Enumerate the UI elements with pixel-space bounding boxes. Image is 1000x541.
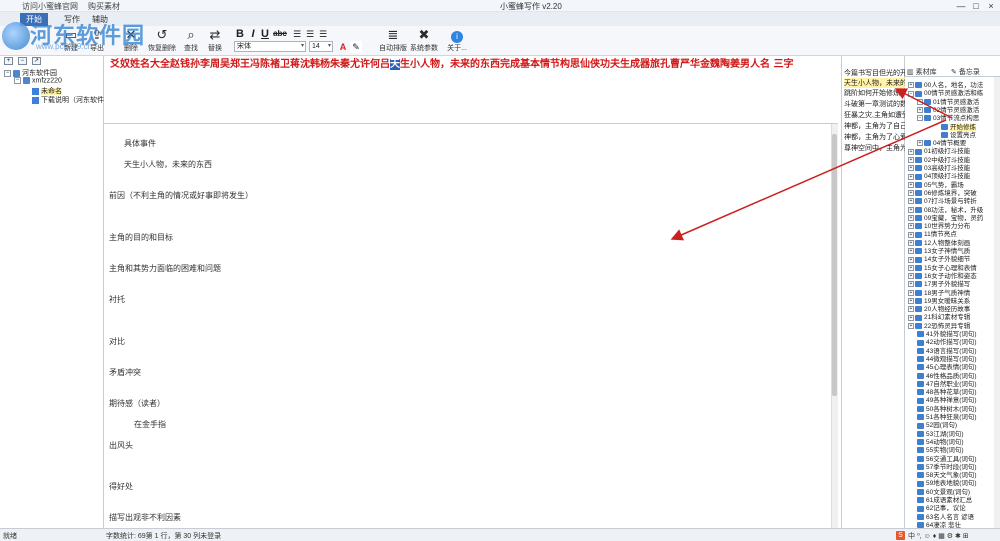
align-center-icon[interactable]: ☰ <box>304 28 316 40</box>
chevron-down-icon: ▾ <box>327 43 331 49</box>
folder-icon <box>23 77 30 84</box>
list-item[interactable]: 神都，主角为了心爱的 <box>844 132 906 142</box>
ime-toolbar-icon[interactable]: 中 ⁰, ☺ ♦ ▦ ⚙ ✱ ⊞ <box>908 531 969 541</box>
editor-line: 出风头 <box>109 441 133 450</box>
close-button[interactable]: × <box>984 1 998 11</box>
watermark-url: www.pc0359.cn <box>36 42 93 51</box>
list-item-selected[interactable]: 天生小人物，未来的东西 <box>844 78 906 88</box>
list-item[interactable]: 狂暴之灾,主角如遭受 <box>844 110 906 120</box>
editor-line: 衬托 <box>109 295 125 304</box>
list-item[interactable]: 尊神空间中，主角为了 <box>844 143 906 153</box>
align-right-icon[interactable]: ☰ <box>317 28 329 40</box>
folder-icon <box>924 115 931 122</box>
project-icon <box>13 69 20 77</box>
font-color-icon[interactable]: A <box>337 41 349 53</box>
editor-line: 具体事件 <box>124 139 156 148</box>
tree-toolbar: + − ↗ <box>0 56 104 66</box>
status-word-count: 字数统计: 69第 1 行，第 30 列未登录 <box>106 533 222 540</box>
replace-icon: ⇄ <box>209 27 221 42</box>
about-button[interactable]: i 关于... <box>444 27 470 55</box>
highlight-color-icon[interactable]: ✎ <box>350 41 362 53</box>
status-ready: 就绪 <box>3 533 17 540</box>
export-node-icon[interactable]: ↗ <box>32 57 41 65</box>
editor-line: 得好处 <box>109 482 133 491</box>
collapse-icon[interactable]: − <box>14 77 21 84</box>
info-icon: i <box>444 27 470 43</box>
list-item[interactable]: 今篇书写目但光的开往 <box>844 68 906 78</box>
tab-memo[interactable]: ✎ 备忘录 <box>951 67 980 77</box>
collapse-icon[interactable]: − <box>917 115 923 122</box>
library-icon: ▥ <box>907 69 914 76</box>
material-scrollbar[interactable] <box>994 77 1000 528</box>
outline-area[interactable]: 爻奴姓名大全赵钱孙李周吴郑王冯陈褚卫蒋沈韩杨朱秦尤许何吕天生小人物，未来的东西完… <box>104 56 838 124</box>
auto-format-button[interactable]: ≣ 自动排版 <box>378 27 408 55</box>
tree-node-user[interactable]: − xmfzz220 <box>14 77 62 84</box>
italic-button[interactable]: I <box>247 28 259 40</box>
chevron-down-icon: ▾ <box>300 43 304 49</box>
font-name-select[interactable]: 宋体 ▾ <box>234 41 306 52</box>
collapse-icon[interactable]: − <box>908 90 914 97</box>
replace-button[interactable]: ⇄ 替换 <box>202 27 228 55</box>
logo-icon <box>2 22 30 50</box>
editor-line: 主角和其势力面临的困难和问题 <box>109 264 221 273</box>
remove-node-icon[interactable]: − <box>18 57 27 65</box>
document-icon <box>32 96 39 104</box>
bold-button[interactable]: B <box>234 28 246 40</box>
font-size-select[interactable]: 14 ▾ <box>309 41 333 52</box>
restore-icon: ↺ <box>156 27 168 42</box>
strike-button[interactable]: abc <box>272 28 288 40</box>
collapse-icon[interactable]: − <box>4 69 11 77</box>
app-window: 访问小蜜蜂官网 购买素材 小蜜蜂写作 v2.20 — □ × 开始 写作 辅助 … <box>0 0 1000 541</box>
document-icon <box>32 87 39 95</box>
ribbon-toolbar: ▭ 新建 ⇪ 导出 ✕ 删除 ↺ 恢复删除 ⌕ 查找 ⇄ 替换 B I U ab… <box>0 26 1000 56</box>
find-icon: ⌕ <box>187 27 195 42</box>
align-left-icon[interactable]: ☰ <box>291 28 303 40</box>
editor-line: 矛盾冲突 <box>109 368 141 377</box>
restore-button[interactable]: ↺ 恢复删除 <box>146 27 178 55</box>
list-item[interactable]: 神都，主角为了自己而 <box>844 121 906 131</box>
outline-text[interactable]: 爻奴姓名大全赵钱孙李周吴郑王冯陈褚卫蒋沈韩杨朱秦尤许何吕天生小人物，未来的东西完… <box>110 58 838 71</box>
settings-button[interactable]: ✖ 系统参数 <box>410 27 438 55</box>
list-item[interactable]: 斗破第一章测试的数据 <box>844 99 906 109</box>
editor-line: 天生小人物，未来的东西 <box>124 160 212 169</box>
buy-material-link[interactable]: 购买素材 <box>88 1 120 12</box>
editor-line: 前因（不利主角的情况或好事即将发生） <box>109 191 253 200</box>
editor-line: 期待感（读者） <box>109 399 165 408</box>
editor-line: 主角的目的和目标 <box>109 233 173 242</box>
maximize-button[interactable]: □ <box>969 1 983 11</box>
settings-icon: ✖ <box>418 27 430 42</box>
tab-material-library[interactable]: ▥ 素材库 <box>907 67 937 77</box>
editor-line: 在金手指 <box>134 420 166 429</box>
status-bar: 就绪 字数统计: 69第 1 行，第 30 列未登录 S 中 ⁰, ☺ ♦ ▦ … <box>0 528 1000 541</box>
title-bar: 访问小蜜蜂官网 购买素材 小蜜蜂写作 v2.20 — □ × <box>0 0 1000 12</box>
ribbon-tab-row: 开始 写作 辅助 <box>0 12 1000 26</box>
editor-line: 描写出观非不利因素 <box>109 513 181 522</box>
auto-format-icon: ≣ <box>387 27 399 42</box>
add-node-icon[interactable]: + <box>4 57 13 65</box>
selected-text: 天 <box>390 59 400 70</box>
material-tabs: ▥ 素材库 ✎ 备忘录 <box>905 66 1000 77</box>
ime-logo-icon[interactable]: S <box>896 531 905 540</box>
project-tree-panel <box>0 56 104 528</box>
list-item[interactable]: 跳阶如何开始修炼 <box>844 88 906 98</box>
minimize-button[interactable]: — <box>954 1 968 11</box>
chapter-list-panel: 今篇书写目但光的开往 天生小人物，未来的东西 跳阶如何开始修炼 斗破第一章测试的… <box>841 56 906 528</box>
editor-line: 对比 <box>109 337 125 346</box>
text-editor[interactable]: 具体事件 天生小人物，未来的东西 前因（不利主角的情况或好事即将发生） 主角的目… <box>104 124 831 528</box>
underline-button[interactable]: U <box>259 28 271 40</box>
memo-icon: ✎ <box>951 69 957 76</box>
visit-website-link[interactable]: 访问小蜜蜂官网 <box>22 1 78 12</box>
editor-scroll-thumb[interactable] <box>832 134 837 396</box>
window-title: 小蜜蜂写作 v2.20 <box>500 2 562 11</box>
find-button[interactable]: ⌕ 查找 <box>178 27 204 55</box>
